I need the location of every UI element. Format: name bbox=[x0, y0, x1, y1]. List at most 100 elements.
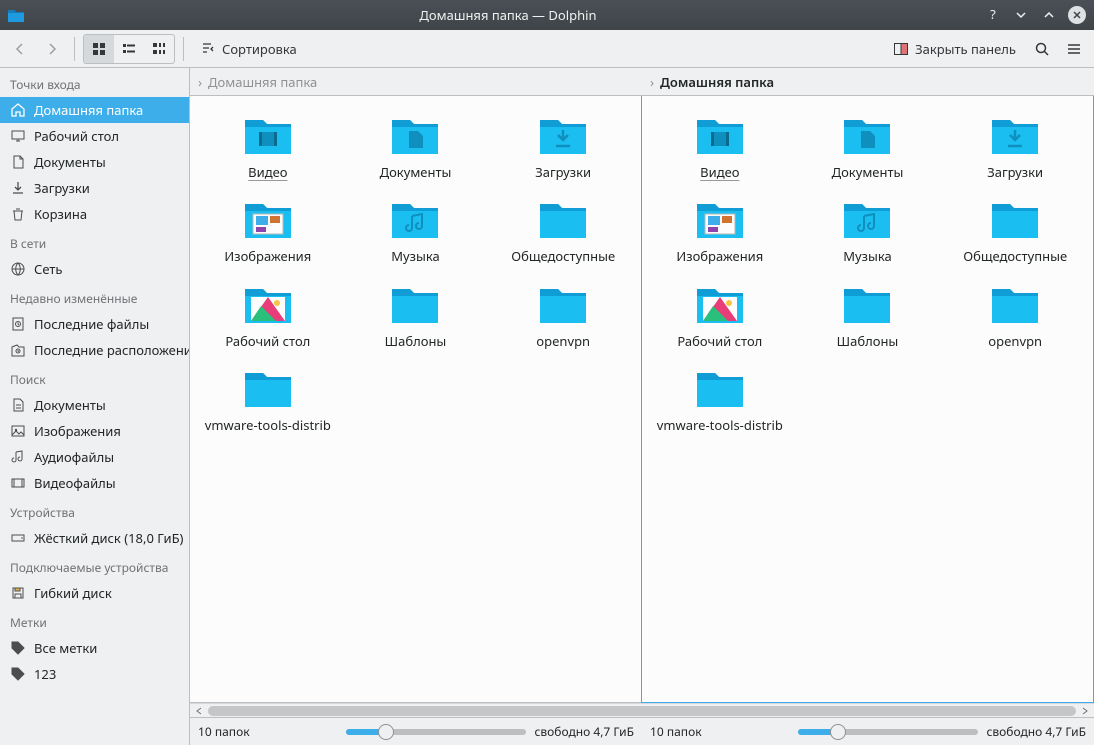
document-icon bbox=[10, 154, 26, 170]
folder-icon bbox=[536, 112, 590, 158]
sidebar-item[interactable]: Документы bbox=[0, 149, 189, 175]
sidebar-item[interactable]: Загрузки bbox=[0, 175, 189, 201]
file-label: Рабочий стол bbox=[225, 333, 310, 349]
sidebar-item-label: Документы bbox=[34, 396, 106, 414]
zoom-slider[interactable] bbox=[346, 729, 526, 735]
file-item[interactable]: Рабочий стол bbox=[648, 277, 792, 353]
sidebar-item[interactable]: Сеть bbox=[0, 256, 189, 282]
sidebar-item-label: Аудиофайлы bbox=[34, 448, 114, 466]
breadcrumb-right[interactable]: › Домашняя папка bbox=[642, 68, 1094, 95]
file-label: Видео bbox=[248, 164, 287, 180]
search-doc-icon bbox=[10, 397, 26, 413]
sidebar-item[interactable]: Все метки bbox=[0, 635, 189, 661]
folder-icon bbox=[241, 281, 295, 327]
file-label: vmware-tools-distrib bbox=[205, 417, 331, 433]
file-item[interactable]: Музыка bbox=[344, 192, 488, 268]
file-label: Музыка bbox=[843, 248, 892, 264]
breadcrumb-left[interactable]: › Домашняя папка bbox=[190, 68, 642, 95]
folder-icon bbox=[988, 196, 1042, 242]
close-panel-button[interactable]: Закрыть панель bbox=[885, 35, 1024, 63]
hdd-icon bbox=[10, 530, 26, 546]
chevron-right-icon: › bbox=[650, 73, 654, 91]
sidebar-item[interactable]: Видеофайлы bbox=[0, 470, 189, 496]
sidebar-item[interactable]: Жёсткий диск (18,0 ГиБ) bbox=[0, 525, 189, 551]
file-label: Загрузки bbox=[535, 164, 591, 180]
file-item[interactable]: Загрузки bbox=[943, 108, 1087, 184]
file-item[interactable]: Документы bbox=[796, 108, 940, 184]
file-item[interactable]: Загрузки bbox=[491, 108, 635, 184]
sidebar-item[interactable]: Корзина bbox=[0, 201, 189, 227]
file-item[interactable]: Общедоступные bbox=[943, 192, 1087, 268]
file-item[interactable]: openvpn bbox=[491, 277, 635, 353]
horizontal-scrollbar[interactable] bbox=[190, 703, 1094, 717]
file-item[interactable]: Изображения bbox=[196, 192, 340, 268]
sidebar-item[interactable]: Гибкий диск bbox=[0, 580, 189, 606]
sidebar-item-label: Видеофайлы bbox=[34, 474, 116, 492]
file-item[interactable]: Шаблоны bbox=[344, 277, 488, 353]
sidebar-item-label: Все метки bbox=[34, 639, 97, 657]
file-item[interactable]: Общедоступные bbox=[491, 192, 635, 268]
window-title: Домашняя папка — Dolphin bbox=[32, 6, 984, 24]
sidebar-item[interactable]: Рабочий стол bbox=[0, 123, 189, 149]
file-item[interactable]: Шаблоны bbox=[796, 277, 940, 353]
search-video-icon bbox=[10, 475, 26, 491]
back-button[interactable] bbox=[6, 35, 34, 63]
file-pane-right[interactable]: Видео ДокументыЗагрузки Изображения Музыка О… bbox=[641, 96, 1094, 703]
minimize-button[interactable] bbox=[1012, 6, 1030, 24]
file-item[interactable]: Изображения bbox=[648, 192, 792, 268]
file-item[interactable]: vmware-tools-distrib bbox=[648, 361, 792, 437]
sidebar-section-header: Поиск bbox=[0, 363, 189, 392]
search-button[interactable] bbox=[1028, 35, 1056, 63]
folder-icon bbox=[241, 196, 295, 242]
sidebar-item[interactable]: Последние расположения bbox=[0, 337, 189, 363]
file-label: Видео bbox=[700, 164, 739, 180]
file-item[interactable]: vmware-tools-distrib bbox=[196, 361, 340, 437]
sidebar-item[interactable]: 123 bbox=[0, 661, 189, 687]
file-item[interactable]: Видео bbox=[196, 108, 340, 184]
file-item[interactable]: Музыка bbox=[796, 192, 940, 268]
sidebar-section-header: Точки входа bbox=[0, 68, 189, 97]
separator bbox=[183, 37, 184, 61]
titlebar: Домашняя папка — Dolphin ? bbox=[0, 0, 1094, 30]
zoom-slider[interactable] bbox=[798, 729, 978, 735]
scroll-left-icon[interactable] bbox=[194, 706, 204, 716]
scroll-right-icon[interactable] bbox=[1080, 706, 1090, 716]
sidebar-item-label: Загрузки bbox=[34, 179, 90, 197]
view-mode-group bbox=[83, 34, 175, 64]
compact-view-button[interactable] bbox=[114, 35, 144, 63]
file-pane-left[interactable]: Видео Документы Загрузки ИзображенияМузыкаО… bbox=[190, 96, 642, 703]
file-item[interactable]: Видео bbox=[648, 108, 792, 184]
sort-button[interactable]: Сортировка bbox=[192, 35, 305, 63]
sidebar-item[interactable]: Домашняя папка bbox=[0, 97, 189, 123]
file-item[interactable]: Документы bbox=[344, 108, 488, 184]
sidebar-item[interactable]: Документы bbox=[0, 392, 189, 418]
statusbar: 10 папок свободно 4,7 ГиБ 10 папок свобо… bbox=[190, 717, 1094, 745]
file-label: openvpn bbox=[988, 333, 1042, 349]
recent-places-icon bbox=[10, 342, 26, 358]
sidebar-item-label: Гибкий диск bbox=[34, 584, 112, 602]
maximize-button[interactable] bbox=[1040, 6, 1058, 24]
sidebar-item[interactable]: Аудиофайлы bbox=[0, 444, 189, 470]
close-button[interactable] bbox=[1068, 6, 1086, 24]
file-label: Документы bbox=[380, 164, 452, 180]
sidebar-section-header: В сети bbox=[0, 227, 189, 256]
file-item[interactable]: openvpn bbox=[943, 277, 1087, 353]
file-label: Изображения bbox=[676, 248, 763, 264]
sidebar-section-header: Недавно изменённые bbox=[0, 282, 189, 311]
menu-button[interactable] bbox=[1060, 35, 1088, 63]
folder-icon bbox=[840, 196, 894, 242]
icon-view-button[interactable] bbox=[84, 35, 114, 63]
recent-files-icon bbox=[10, 316, 26, 332]
details-view-button[interactable] bbox=[144, 35, 174, 63]
sidebar-item-label: Изображения bbox=[34, 422, 121, 440]
sidebar-item-label: Последние расположения bbox=[34, 341, 189, 359]
help-button[interactable]: ? bbox=[984, 6, 1002, 24]
sidebar-item[interactable]: Последние файлы bbox=[0, 311, 189, 337]
folder-icon bbox=[536, 281, 590, 327]
forward-button[interactable] bbox=[38, 35, 66, 63]
tag-icon bbox=[10, 640, 26, 656]
file-item[interactable]: Рабочий стол bbox=[196, 277, 340, 353]
sort-label: Сортировка bbox=[222, 40, 297, 58]
breadcrumb-row: › Домашняя папка › Домашняя папка bbox=[190, 68, 1094, 96]
sidebar-item[interactable]: Изображения bbox=[0, 418, 189, 444]
